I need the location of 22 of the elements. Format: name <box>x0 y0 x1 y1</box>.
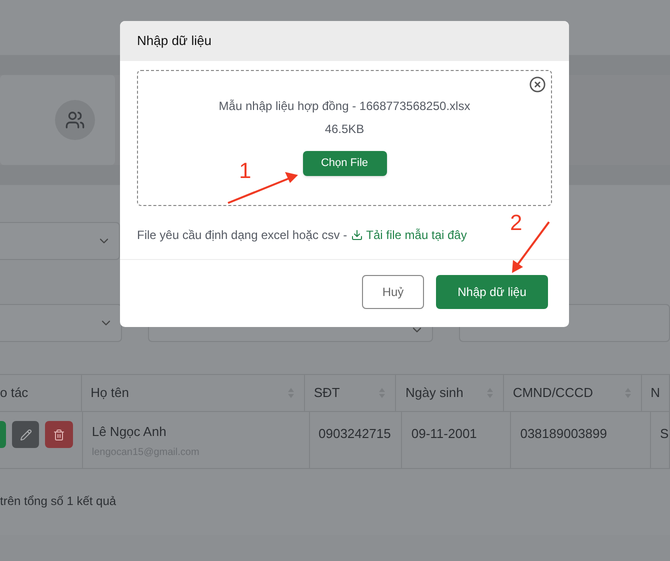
dialog-title: Nhập dữ liệu <box>137 32 212 50</box>
table-cell: 09-11-2001 <box>411 426 477 441</box>
choose-file-button[interactable]: Chọn File <box>302 151 386 176</box>
submit-button[interactable]: Nhập dữ liệu <box>436 275 548 309</box>
column-header: SĐT <box>304 375 396 411</box>
column-header: Họ tên <box>82 375 305 411</box>
table-cell: 038189003899 <box>520 426 607 441</box>
annotation-number: 1 <box>239 160 252 182</box>
annotation-number: 2 <box>510 212 522 234</box>
column-header: Ngày sinh <box>396 375 504 411</box>
cancel-button[interactable]: Huỷ <box>362 275 424 309</box>
table-cell: S <box>660 426 669 441</box>
file-size: 46.5KB <box>324 121 364 138</box>
file-name: Mẫu nhập liệu hợp đồng - 1668773568250.xlsx <box>218 98 470 115</box>
column-header: CMND/CCCD <box>504 375 642 411</box>
column-header: o tác <box>0 375 82 411</box>
format-hint: File yêu cầu định dạng excel hoặc csv - <box>137 227 348 244</box>
table-cell: 0903242715 <box>318 426 391 441</box>
column-header: N <box>642 375 670 411</box>
download-template-link[interactable]: Tải file mẫu tại đây <box>351 226 467 244</box>
name-text: Lê Ngọc Anh <box>92 423 166 441</box>
result-summary: trên tổng số 1 kết quả <box>0 494 116 508</box>
